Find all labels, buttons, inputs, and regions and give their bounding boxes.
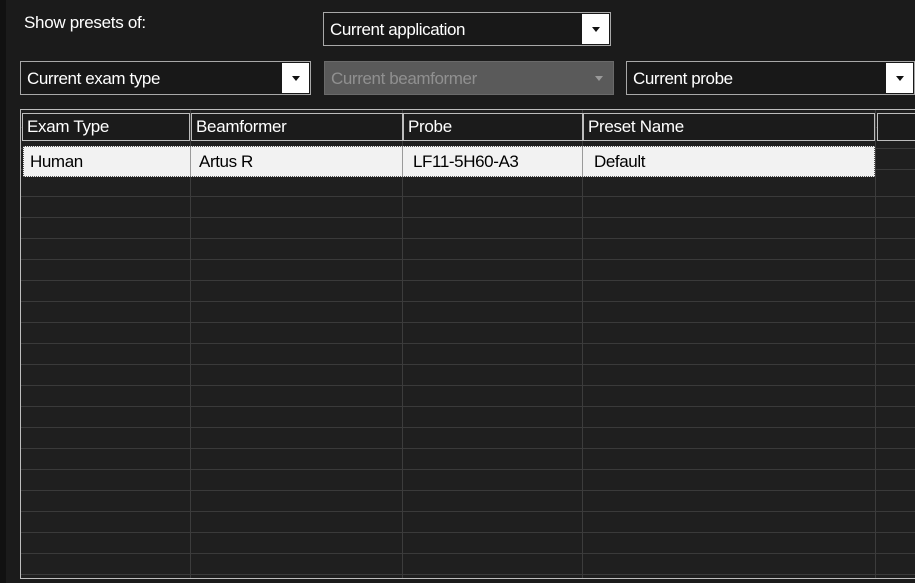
cell-preset-name: Default: [594, 152, 646, 171]
chevron-down-icon: [291, 75, 300, 81]
application-dropdown-value: Current application: [330, 20, 466, 39]
exam-type-dropdown[interactable]: Current exam type: [20, 61, 311, 95]
beamformer-dropdown-value: Current beamformer: [331, 69, 477, 88]
show-presets-label: Show presets of:: [24, 13, 146, 32]
probe-dropdown-value: Current probe: [633, 69, 733, 88]
column-header-beamformer[interactable]: Beamformer: [191, 113, 403, 141]
beamformer-dropdown: Current beamformer: [324, 61, 614, 95]
cell-probe: LF11-5H60-A3: [413, 152, 519, 171]
cell-separator: [582, 147, 583, 176]
beamformer-dropdown-button: [585, 63, 612, 93]
cell-exam-type: Human: [30, 152, 83, 171]
chevron-down-icon: [594, 75, 603, 81]
column-header-probe[interactable]: Probe: [403, 113, 583, 141]
column-header-preset-name[interactable]: Preset Name: [583, 113, 875, 141]
probe-dropdown[interactable]: Current probe: [626, 61, 915, 95]
exam-type-dropdown-button[interactable]: [282, 63, 309, 93]
chevron-down-icon: [591, 26, 600, 32]
probe-dropdown-button[interactable]: [886, 63, 913, 93]
cell-separator: [190, 147, 191, 176]
cell-beamformer: Artus R: [199, 152, 253, 171]
chevron-down-icon: [895, 75, 904, 81]
window-edge: [0, 0, 6, 583]
application-dropdown[interactable]: Current application: [323, 12, 611, 46]
presets-table[interactable]: Exam Type Beamformer Probe Preset Name H…: [20, 109, 915, 579]
column-header-exam-type[interactable]: Exam Type: [22, 113, 190, 141]
exam-type-dropdown-value: Current exam type: [27, 69, 161, 88]
table-row[interactable]: Human Artus R LF11-5H60-A3 Default: [23, 146, 875, 177]
application-dropdown-button[interactable]: [582, 14, 609, 44]
cell-separator: [402, 147, 403, 176]
column-header-extra[interactable]: [877, 113, 915, 141]
